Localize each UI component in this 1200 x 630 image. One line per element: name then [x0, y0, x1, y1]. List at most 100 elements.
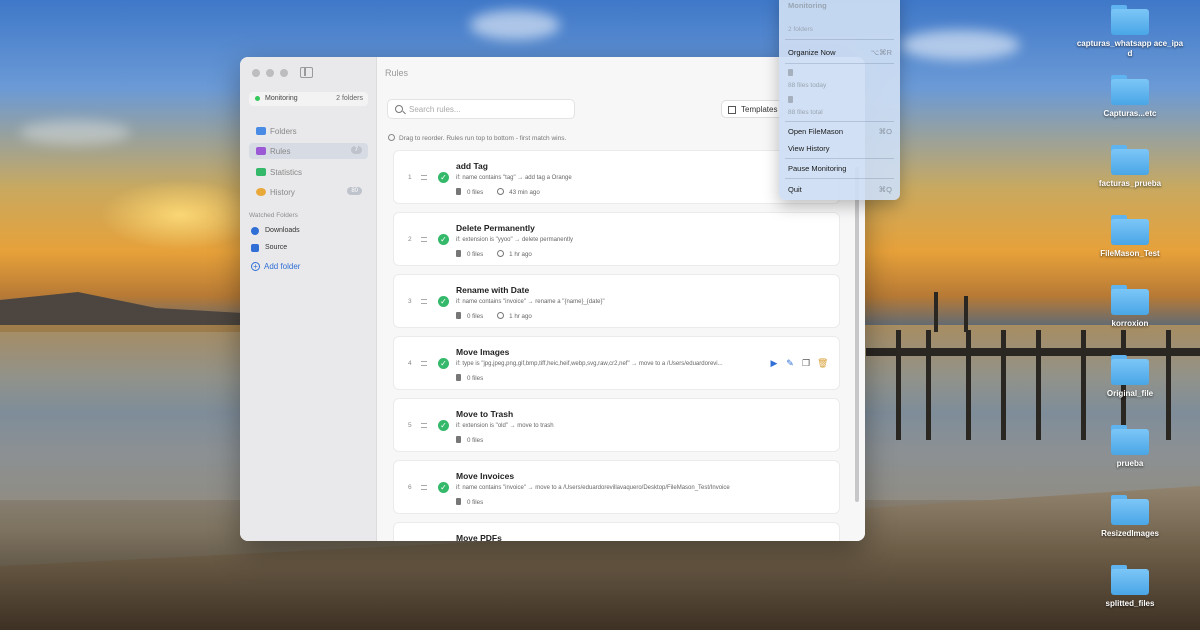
enabled-check-icon[interactable]: ✓ [438, 482, 449, 493]
file-icon [456, 250, 461, 257]
sidebar-toggle-icon[interactable] [300, 67, 313, 78]
drag-handle-icon[interactable] [421, 361, 427, 366]
clock-icon [256, 188, 266, 196]
clock-icon [497, 250, 505, 257]
window-controls [252, 69, 288, 77]
rule-card[interactable]: 4 ✓ Move Images if: type is "jpg,jpeg,pn… [393, 336, 840, 390]
menu-item-pause-monitoring[interactable]: Pause Monitoring [788, 164, 892, 173]
trash-icon [788, 96, 892, 103]
file-icon [456, 436, 461, 443]
filemason-window: Monitoring 2 folders Folders Rules 7 Sta… [240, 57, 865, 541]
page-title: Rules [385, 68, 409, 78]
files-total: 88 files total [788, 109, 823, 116]
sidebar-item-rules[interactable]: Rules 7 [249, 143, 368, 159]
rule-card[interactable]: 3 ✓ Rename with Date if: name contains "… [393, 274, 840, 328]
sidebar: Monitoring 2 folders Folders Rules 7 Sta… [240, 57, 377, 541]
files-today: 88 files today [788, 82, 827, 89]
rule-actions: ▶ ✎ ❐ 🗑 [769, 358, 829, 368]
drag-handle-icon[interactable] [421, 299, 427, 304]
history-count-badge: 80 [347, 187, 362, 195]
info-icon [388, 134, 395, 141]
folder-icon [1111, 355, 1149, 385]
duplicate-icon[interactable]: ❐ [801, 358, 811, 368]
file-icon [456, 374, 461, 381]
rule-card[interactable]: 1 ✓ add Tag if: name contains "tag" → ad… [393, 150, 840, 204]
folder-icon [1111, 215, 1149, 245]
chart-icon [256, 168, 266, 176]
sidebar-item-statistics[interactable]: Statistics [249, 164, 368, 180]
folder-icon [1111, 285, 1149, 315]
enabled-check-icon[interactable]: ✓ [438, 296, 449, 307]
templates-button[interactable]: Templates [721, 100, 783, 118]
desktop-folder[interactable]: FileMason_Test [1070, 215, 1190, 259]
cloud [20, 120, 130, 145]
reorder-hint: Drag to reorder. Rules run top to bottom… [388, 134, 566, 142]
menubar-dropdown: Monitoring 2 folders Organize Now ⌥⌘R 88 … [779, 0, 900, 200]
folder-icon [1111, 495, 1149, 525]
monitoring-status[interactable]: Monitoring 2 folders [249, 92, 368, 106]
drag-handle-icon[interactable] [421, 237, 427, 242]
rule-card[interactable]: 5 ✓ Move to Trash if: extension is "old"… [393, 398, 840, 452]
trash-icon[interactable]: 🗑 [817, 358, 828, 368]
menu-item-open-filemason[interactable]: Open FileMason ⌘O [788, 127, 892, 136]
enabled-check-icon[interactable]: ✓ [438, 420, 449, 431]
desktop-folder[interactable]: capturas_whatsapp ace_ipad [1070, 5, 1190, 59]
minimize-button[interactable] [266, 69, 274, 77]
desktop-folder[interactable]: facturas_prueba [1070, 145, 1190, 189]
grid-icon [728, 106, 736, 114]
file-icon [456, 498, 461, 505]
search-icon [395, 105, 403, 113]
status-dot-icon [255, 96, 260, 101]
plus-icon: + [251, 262, 260, 271]
menu-folder-count: 2 folders [788, 26, 813, 33]
desktop-folder[interactable]: Original_file [1070, 355, 1190, 399]
menu-item-quit[interactable]: Quit ⌘Q [788, 185, 892, 194]
folder-icon [251, 244, 259, 252]
download-icon [251, 227, 259, 235]
play-icon[interactable]: ▶ [769, 358, 779, 368]
document-icon [788, 69, 892, 76]
desktop-folder[interactable]: korroxion [1070, 285, 1190, 329]
menu-item-organize-now[interactable]: Organize Now ⌥⌘R [788, 48, 892, 57]
close-button[interactable] [252, 69, 260, 77]
rules-count-badge: 7 [350, 146, 362, 154]
desktop-icons: capturas_whatsapp ace_ipad Capturas...et… [1070, 0, 1200, 630]
folder-icon [256, 127, 266, 135]
sidebar-item-folders[interactable]: Folders [249, 123, 368, 139]
folder-icon [1111, 565, 1149, 595]
rule-card[interactable]: 2 ✓ Delete Permanently if: extension is … [393, 212, 840, 266]
folder-icon [1111, 145, 1149, 175]
drag-handle-icon[interactable] [421, 175, 427, 180]
search-input[interactable]: Search rules... [387, 99, 575, 119]
cloud [470, 10, 560, 40]
sidebar-item-history[interactable]: History 80 [249, 184, 368, 200]
folder-icon [1111, 75, 1149, 105]
menu-item-view-history[interactable]: View History [788, 144, 892, 153]
clock-icon [497, 188, 505, 195]
add-folder-button[interactable]: + Add folder [251, 262, 300, 271]
cloud [900, 30, 1020, 60]
clock-icon [497, 312, 505, 319]
desktop-folder[interactable]: splitted_files [1070, 565, 1190, 609]
desktop-folder[interactable]: prueba [1070, 425, 1190, 469]
watched-folders-heading: Watched Folders [249, 212, 298, 219]
folder-icon [1111, 5, 1149, 35]
drag-handle-icon[interactable] [421, 423, 427, 428]
edit-icon[interactable]: ✎ [785, 358, 795, 368]
enabled-check-icon[interactable]: ✓ [438, 172, 449, 183]
drag-handle-icon[interactable] [421, 485, 427, 490]
enabled-check-icon[interactable]: ✓ [438, 234, 449, 245]
desktop-folder[interactable]: Capturas...etc [1070, 75, 1190, 119]
file-icon [456, 188, 461, 195]
enabled-check-icon[interactable]: ✓ [438, 358, 449, 369]
file-icon [456, 312, 461, 319]
rules-icon [256, 147, 266, 155]
zoom-button[interactable] [280, 69, 288, 77]
desktop-folder[interactable]: ResizedImages [1070, 495, 1190, 539]
rule-card[interactable]: Move PDFs [393, 522, 840, 541]
rule-card[interactable]: 6 ✓ Move Invoices if: name contains "inv… [393, 460, 840, 514]
scrollbar[interactable] [855, 167, 859, 502]
sunset-glow [100, 180, 260, 250]
menu-header: Monitoring [788, 1, 827, 10]
folder-icon [1111, 425, 1149, 455]
